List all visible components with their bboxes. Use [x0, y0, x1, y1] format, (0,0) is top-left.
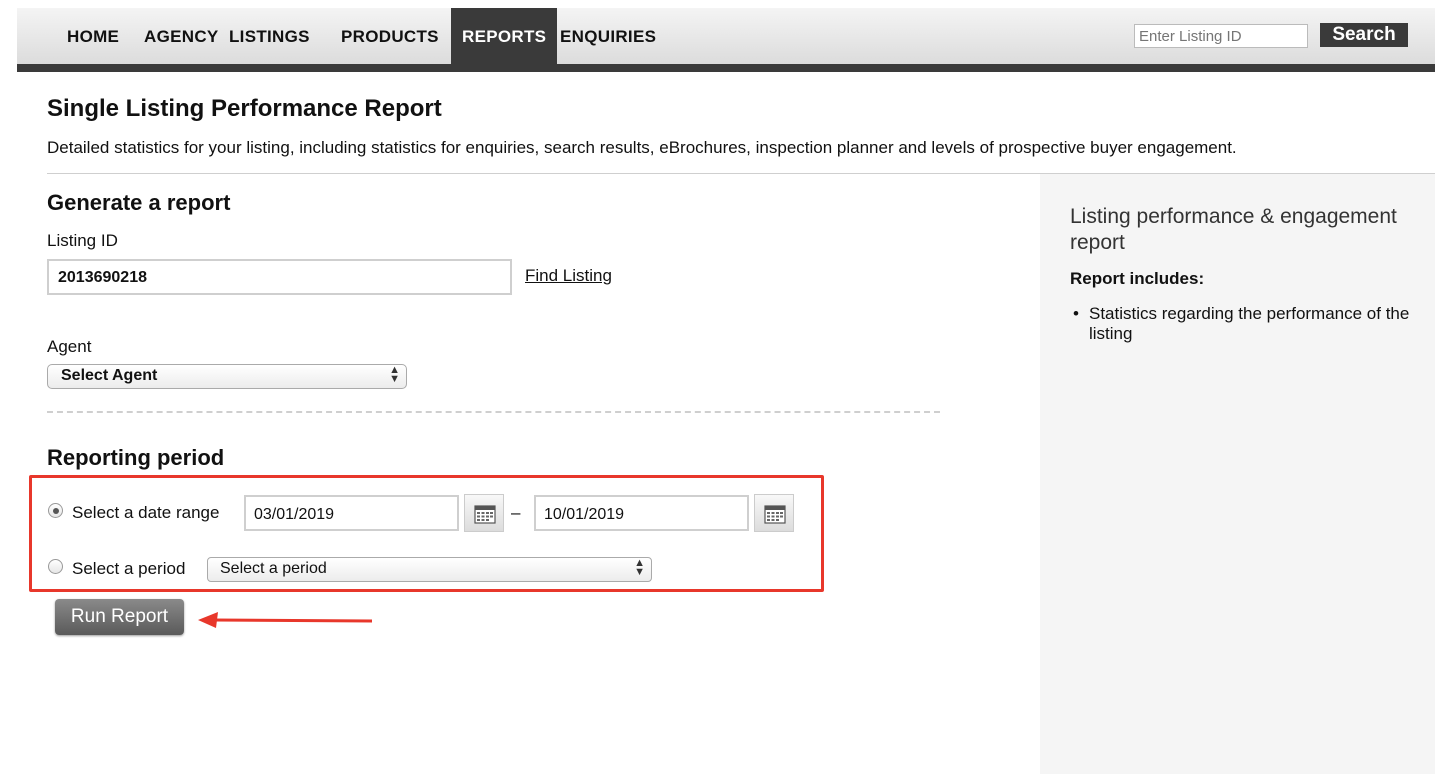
nav-products[interactable]: PRODUCTS [341, 8, 439, 64]
run-report-button[interactable]: Run Report [55, 599, 184, 635]
info-sidebar: Listing performance & engagement report … [1040, 174, 1435, 774]
date-separator: – [511, 503, 521, 522]
calendar-icon [764, 505, 786, 524]
start-date-calendar-button[interactable] [464, 494, 504, 532]
agent-select[interactable]: Select Agent ▲ ▼ [47, 364, 407, 389]
period-select-value: Select a period [220, 560, 327, 577]
top-nav: HOME AGENCY LISTINGS PRODUCTS REPORTS EN… [17, 8, 1435, 72]
reporting-period-heading: Reporting period [47, 445, 225, 470]
end-date-input[interactable]: 10/01/2019 [534, 495, 749, 531]
start-date-input[interactable]: 03/01/2019 [244, 495, 459, 531]
nav-enquiries[interactable]: ENQUIRIES [560, 8, 656, 64]
search-button[interactable]: Search [1320, 23, 1408, 47]
generate-report-heading: Generate a report [47, 190, 231, 215]
nav-home[interactable]: HOME [67, 8, 119, 64]
period-radio[interactable] [48, 559, 63, 574]
end-date-calendar-button[interactable] [754, 494, 794, 532]
sidebar-title: Listing performance & engagement report [1070, 205, 1397, 254]
date-range-radio[interactable] [48, 503, 63, 518]
calendar-icon [474, 505, 496, 524]
date-range-label: Select a date range [72, 503, 220, 522]
select-arrows-icon: ▲ ▼ [389, 364, 400, 385]
page-description: Detailed statistics for your listing, in… [47, 138, 1237, 157]
sidebar-subtitle: Report includes: [1070, 269, 1205, 288]
list-item: Statistics regarding the performance of … [1070, 304, 1420, 344]
listing-id-label: Listing ID [47, 231, 118, 250]
period-label: Select a period [72, 559, 186, 578]
agent-label: Agent [47, 337, 92, 356]
period-select[interactable]: Select a period ▲ ▼ [207, 557, 652, 582]
find-listing-link[interactable]: Find Listing [525, 266, 612, 286]
nav-agency[interactable]: AGENCY [144, 8, 219, 64]
sidebar-list: Statistics regarding the performance of … [1070, 304, 1420, 344]
select-arrows-icon: ▲ ▼ [634, 557, 645, 578]
listing-id-input[interactable]: 2013690218 [47, 259, 512, 295]
page-title: Single Listing Performance Report [47, 95, 442, 122]
nav-reports[interactable]: REPORTS [451, 8, 558, 64]
arrow-annotation-icon [198, 612, 373, 628]
nav-listings[interactable]: LISTINGS [229, 8, 310, 64]
section-divider [47, 411, 940, 413]
agent-select-value: Select Agent [61, 367, 158, 384]
listing-search-input[interactable] [1134, 24, 1308, 48]
